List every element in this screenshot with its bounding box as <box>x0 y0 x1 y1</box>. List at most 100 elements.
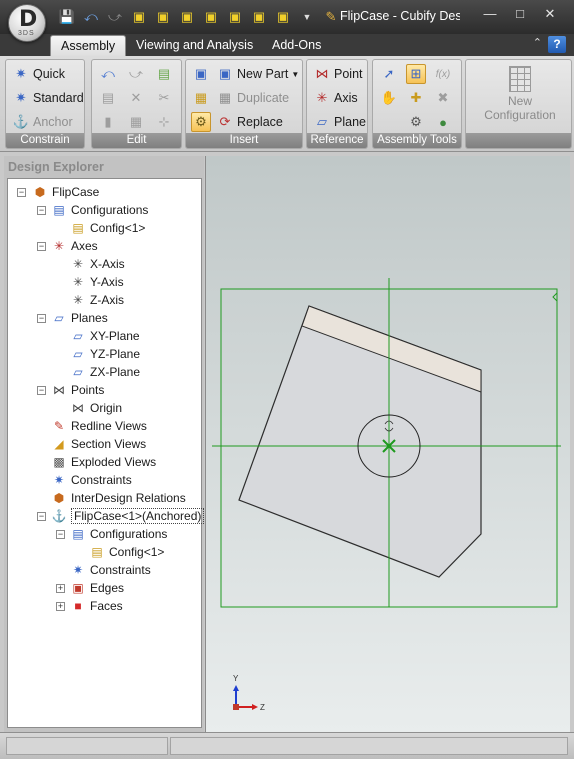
view-cube-1-icon[interactable]: ▣ <box>128 8 150 26</box>
tree-item-part-config-1[interactable]: ▤ Config<1> <box>89 543 164 561</box>
undo-edit-icon[interactable]: ⤺ <box>98 64 118 84</box>
quick-button[interactable]: ✷ Quick <box>12 63 65 85</box>
tree-item-config-1[interactable]: ▤ Config<1> <box>70 219 145 237</box>
tab-viewing-and-analysis[interactable]: Viewing and Analysis <box>126 35 263 56</box>
view-cube-7-icon[interactable]: ▣ <box>272 8 294 26</box>
tree-item-configurations[interactable]: ▤ Configurations <box>51 201 148 219</box>
interference-icon[interactable]: ✖ <box>433 88 453 108</box>
pin-icon[interactable]: ▮ <box>98 112 118 132</box>
tree-item-constraints[interactable]: ✷ Constraints <box>51 471 132 489</box>
explode-icon[interactable]: ⊞ <box>406 64 426 84</box>
duplicate-button[interactable]: ▦ Duplicate <box>216 87 289 109</box>
expander-flipcase-part[interactable]: − <box>37 512 46 521</box>
fx-icon[interactable]: f(x) <box>433 64 453 84</box>
help-icon[interactable]: ? <box>548 36 566 53</box>
tree-item-xy-plane[interactable]: ▱ XY-Plane <box>70 327 139 345</box>
tree-item-part-configurations[interactable]: ▤ Configurations <box>70 525 167 543</box>
new-part-label: New Part <box>237 67 289 81</box>
expander-part-configurations[interactable]: − <box>56 530 65 539</box>
redo-edit-icon[interactable]: ⤻ <box>126 64 146 84</box>
expander-planes[interactable]: − <box>37 314 46 323</box>
insert-gear-icon[interactable]: ⚙ <box>191 112 211 132</box>
close-button[interactable]: ✕ <box>538 6 562 22</box>
new-configuration-button[interactable]: New Configuration <box>470 64 570 130</box>
bom-icon[interactable]: ● <box>433 112 453 132</box>
delete-icon[interactable]: ✕ <box>126 88 146 108</box>
minimize-button[interactable]: — <box>478 6 502 22</box>
add-constraint-icon[interactable]: ✚ <box>406 88 426 108</box>
undo-icon[interactable]: ⤺ <box>80 8 102 26</box>
tree-item-flipcase-part[interactable]: ⚓ FlipCase<1>(Anchored) <box>51 507 205 525</box>
move-part-icon[interactable]: ➚ <box>379 64 399 84</box>
expander-axes[interactable]: − <box>37 242 46 251</box>
design-tree[interactable]: − − − − − − − + + ⬢ FlipCase ▤ Configura… <box>7 178 205 728</box>
paste-icon[interactable]: ▤ <box>154 64 174 84</box>
check-icon[interactable]: ⚙ <box>406 112 426 132</box>
standard-button[interactable]: ✷ Standard <box>12 87 84 109</box>
view-cube-2-icon[interactable]: ▣ <box>152 8 174 26</box>
tree-item-part-constraints[interactable]: ✷ Constraints <box>70 561 151 579</box>
config-icon: ▤ <box>91 545 103 559</box>
cut-icon[interactable]: ✂ <box>154 88 174 108</box>
tree-item-section-views[interactable]: ◢ Section Views <box>51 435 146 453</box>
tree-item-points[interactable]: ⋈ Points <box>51 381 104 399</box>
pattern-icon[interactable]: ▦ <box>126 112 146 132</box>
tree-label: InterDesign Relations <box>71 491 186 505</box>
tree-item-yz-plane[interactable]: ▱ YZ-Plane <box>70 345 140 363</box>
measure-icon[interactable]: ✎ <box>320 8 342 26</box>
tree-item-exploded-views[interactable]: ▩ Exploded Views <box>51 453 156 471</box>
insert-part-icon[interactable]: ▣ <box>191 64 211 84</box>
new-part-button[interactable]: ▣ New Part ▼ <box>216 63 299 85</box>
tree-label: Z-Axis <box>90 293 124 307</box>
expander-configurations[interactable]: − <box>37 206 46 215</box>
ribbon-minimize-icon[interactable]: ⌃ <box>533 36 542 49</box>
title-bar: D 3DS 💾 ⤺ ⤻ ▣ ▣ ▣ ▣ ▣ ▣ ▣ ▼ ✎ FlipCase -… <box>0 0 574 42</box>
expander-edges[interactable]: + <box>56 584 65 593</box>
expander-points[interactable]: − <box>37 386 46 395</box>
tree-item-z-axis[interactable]: ✳ Z-Axis <box>70 291 124 309</box>
tree-item-redline-views[interactable]: ✎ Redline Views <box>51 417 147 435</box>
3d-viewport[interactable]: Y Z <box>205 156 570 732</box>
tree-item-faces[interactable]: ■ Faces <box>70 597 122 615</box>
anchored-part-icon: ⚓ <box>51 509 67 523</box>
plane-button[interactable]: ▱ Plane <box>313 111 366 133</box>
view-cube-6-icon[interactable]: ▣ <box>248 8 270 26</box>
tree-item-edges[interactable]: ▣ Edges <box>70 579 124 597</box>
points-icon: ⋈ <box>53 383 65 397</box>
tree-item-y-axis[interactable]: ✳ Y-Axis <box>70 273 124 291</box>
maximize-button[interactable]: □ <box>508 6 532 22</box>
tree-item-planes[interactable]: ▱ Planes <box>51 309 107 327</box>
tree-item-origin[interactable]: ⋈ Origin <box>70 399 122 417</box>
redo-icon[interactable]: ⤻ <box>104 8 126 26</box>
selection-box-handle[interactable] <box>552 292 558 302</box>
tree-item-flipcase[interactable]: ⬢ FlipCase <box>32 183 100 201</box>
replace-button[interactable]: ⟳ Replace <box>216 111 283 133</box>
view-cube-5-icon[interactable]: ▣ <box>224 8 246 26</box>
tab-assembly[interactable]: Assembly <box>50 35 127 56</box>
view-cube-3-icon[interactable]: ▣ <box>176 8 198 26</box>
tree-label: Axes <box>71 239 98 253</box>
expander-faces[interactable]: + <box>56 602 65 611</box>
expander-flipcase[interactable]: − <box>17 188 26 197</box>
group-assembly-tools: ➚ ⊞ f(x) ✋ ✚ ✖ ⚙ ● Assembly Tools <box>372 59 462 149</box>
axis-button[interactable]: ✳ Axis <box>313 87 358 109</box>
configurations-icon: ▤ <box>72 527 84 541</box>
insert-pattern-icon[interactable]: ▦ <box>191 88 211 108</box>
tree-item-axes[interactable]: ✳ Axes <box>51 237 98 255</box>
point-button[interactable]: ⋈ Point <box>313 63 363 85</box>
move-icon[interactable]: ⊹ <box>154 112 174 132</box>
save-icon[interactable]: 💾 <box>56 8 78 26</box>
anchor-button[interactable]: ⚓ Anchor <box>12 111 73 133</box>
drag-icon[interactable]: ✋ <box>379 88 399 108</box>
group-constrain-label: Constrain <box>6 133 84 148</box>
tree-label: Constraints <box>71 473 132 487</box>
copy-icon[interactable]: ▤ <box>98 88 118 108</box>
qat-dropdown-icon[interactable]: ▼ <box>296 8 318 26</box>
tree-item-x-axis[interactable]: ✳ X-Axis <box>70 255 125 273</box>
status-cell-left <box>6 737 168 755</box>
view-cube-4-icon[interactable]: ▣ <box>200 8 222 26</box>
tab-add-ons[interactable]: Add-Ons <box>262 35 331 56</box>
tree-item-interdesign-relations[interactable]: ⬢ InterDesign Relations <box>51 489 186 507</box>
app-menu-button[interactable]: D 3DS <box>8 4 46 42</box>
tree-item-zx-plane[interactable]: ▱ ZX-Plane <box>70 363 140 381</box>
